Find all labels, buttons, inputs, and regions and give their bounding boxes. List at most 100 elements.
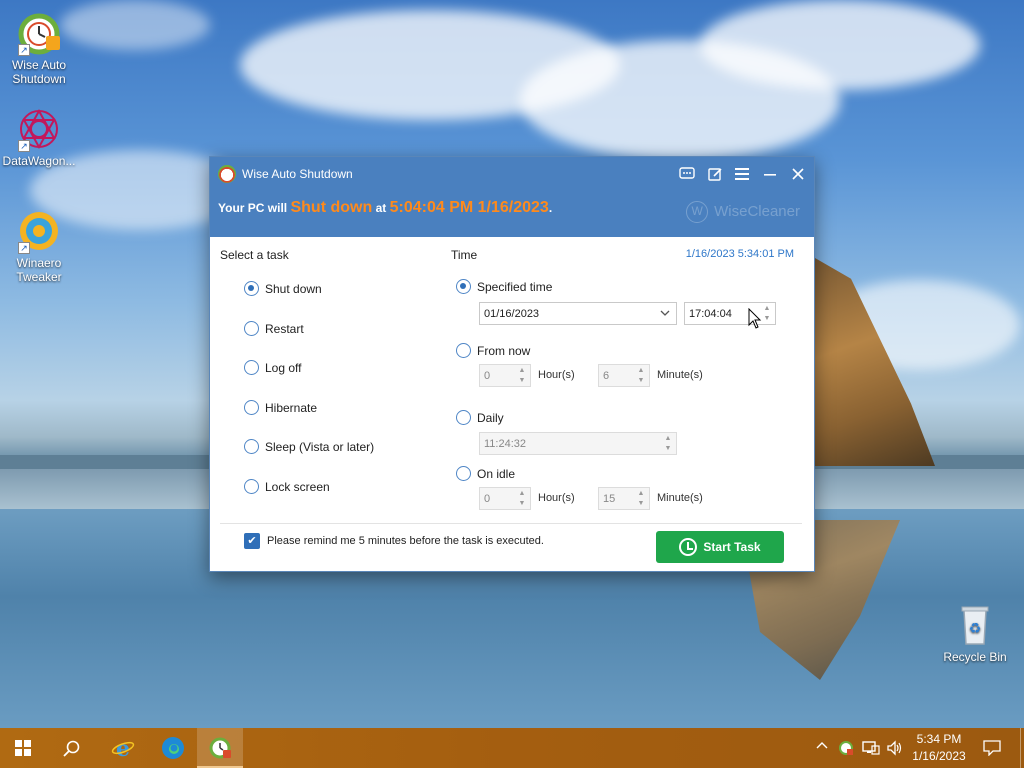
clock-date: 1/16/2023 (912, 749, 966, 763)
date-dropdown[interactable]: 01/16/2023 (479, 302, 677, 325)
desktop-icon-recycle-bin[interactable]: ♻ Recycle Bin (936, 602, 1014, 664)
shortcut-arrow-icon: ↗ (18, 140, 30, 152)
desktop-icon-label: Recycle Bin (943, 650, 1007, 664)
radio-button[interactable] (244, 281, 259, 296)
wise-auto-shutdown-icon (209, 737, 231, 759)
start-task-button[interactable]: Start Task (656, 531, 784, 563)
time-mode-label: On idle (477, 466, 516, 481)
volume-icon[interactable] (886, 740, 902, 759)
remind-checkbox[interactable]: ✔ (244, 533, 260, 549)
status-when: 5:04:04 PM 1/16/2023 (389, 199, 549, 216)
task-lock-screen[interactable]: Lock screen (244, 479, 330, 494)
shortcut-arrow-icon: ↗ (18, 44, 30, 56)
taskbar: e 5:34 PM 1/16/2023 (0, 728, 1024, 768)
desktop-icon-label: Shutdown (12, 72, 66, 86)
status-at: at (375, 201, 387, 215)
task-sleep[interactable]: Sleep (Vista or later) (244, 439, 374, 454)
desktop-icon-wise-auto-shutdown[interactable]: ↗ Wise Auto Shutdown (0, 10, 78, 86)
show-desktop-button[interactable] (1020, 728, 1024, 768)
tray-wise-auto-shutdown-icon[interactable] (838, 740, 854, 759)
on-idle-hours-input[interactable]: 0 ▲ ▼ (479, 487, 531, 510)
internet-explorer-icon: e (111, 736, 135, 760)
menu-button[interactable] (731, 163, 753, 185)
minutes-value: 6 (603, 369, 610, 382)
on-idle-minutes-input[interactable]: 15 ▲ ▼ (598, 487, 650, 510)
task-hibernate[interactable]: Hibernate (244, 400, 317, 415)
cloud (60, 0, 210, 50)
app-logo-icon (218, 165, 236, 183)
wise-auto-shutdown-icon: ↗ (16, 10, 62, 56)
time-mode-on-idle[interactable]: On idle (456, 466, 515, 481)
minutes-unit: Minute(s) (657, 369, 703, 381)
svg-text:e: e (116, 736, 130, 760)
minutes-spinner[interactable]: ▲ ▼ (635, 366, 647, 386)
start-task-label: Start Task (703, 540, 761, 554)
close-button[interactable] (787, 163, 809, 185)
radio-button[interactable] (244, 360, 259, 375)
datawagon-icon: ↗ (16, 106, 62, 152)
mouse-cursor-icon (748, 308, 762, 329)
taskbar-clock[interactable]: 5:34 PM 1/16/2023 (906, 728, 972, 768)
search-button[interactable] (48, 728, 94, 768)
task-log-off[interactable]: Log off (244, 360, 301, 375)
radio-button[interactable] (456, 343, 471, 358)
task-restart[interactable]: Restart (244, 321, 304, 336)
time-mode-daily[interactable]: Daily (456, 410, 504, 425)
window-title: Wise Auto Shutdown (242, 167, 353, 181)
radio-button[interactable] (456, 410, 471, 425)
desktop-icon-label: Winaero (16, 256, 62, 270)
taskbar-internet-explorer[interactable]: e (100, 728, 146, 768)
task-label: Log off (265, 360, 302, 375)
select-task-label: Select a task (220, 248, 289, 262)
action-center-notification-icon[interactable] (983, 740, 1001, 759)
desktop-icon-label: DataWagon... (2, 154, 76, 168)
daily-time-spinner[interactable]: ▲ ▼ (662, 434, 674, 454)
taskbar-wise-auto-shutdown[interactable] (197, 728, 243, 768)
show-hidden-icons-chevron-up-icon[interactable] (816, 740, 828, 755)
minutes-unit: Minute(s) (657, 492, 703, 504)
daily-time-field[interactable]: 11:24:32 ▲ ▼ (479, 432, 677, 455)
desktop-icon-winaero-tweaker[interactable]: ↗ Winaero Tweaker (0, 208, 78, 284)
start-button[interactable] (0, 728, 46, 768)
edit-button[interactable] (704, 163, 726, 185)
hours-spinner[interactable]: ▲ ▼ (516, 366, 528, 386)
minimize-button[interactable] (759, 163, 781, 185)
status-action: Shut down (290, 199, 373, 216)
radio-button[interactable] (244, 400, 259, 415)
minutes-spinner[interactable]: ▲ ▼ (635, 489, 647, 509)
edge-icon (162, 737, 184, 759)
from-now-hours-input[interactable]: 0 ▲ ▼ (479, 364, 531, 387)
radio-button[interactable] (456, 466, 471, 481)
time-field[interactable]: 17:04:04 ▲ ▼ (684, 302, 776, 325)
task-label: Shut down (265, 281, 322, 296)
time-mode-from-now[interactable]: From now (456, 343, 530, 358)
network-icon[interactable] (862, 740, 880, 759)
task-label: Restart (265, 321, 304, 336)
svg-text:♻: ♻ (969, 621, 982, 637)
wise-auto-shutdown-window: Wise Auto Shutdown Your PC will Shut dow… (209, 156, 815, 572)
desktop-icon-datawagon[interactable]: ↗ DataWagon... (0, 106, 78, 168)
taskbar-edge[interactable] (150, 728, 196, 768)
time-spinner[interactable]: ▲ ▼ (761, 304, 773, 324)
desktop-icon-label: Wise Auto (11, 58, 67, 72)
task-shut-down[interactable]: Shut down (244, 281, 322, 296)
radio-button[interactable] (244, 479, 259, 494)
time-mode-specified[interactable]: Specified time (456, 279, 552, 294)
radio-button[interactable] (244, 439, 259, 454)
wisecleaner-brand: W WiseCleaner (686, 201, 800, 223)
edit-icon (707, 168, 722, 181)
search-icon (62, 740, 79, 757)
task-label: Sleep (Vista or later) (265, 439, 375, 454)
task-label: Lock screen (265, 479, 330, 494)
radio-button[interactable] (456, 279, 471, 294)
hours-spinner[interactable]: ▲ ▼ (516, 489, 528, 509)
title-bar[interactable]: Wise Auto Shutdown (210, 157, 814, 191)
windows-logo-icon (15, 740, 31, 756)
shutdown-status-line: Your PC will Shut down at 5:04:04 PM 1/1… (218, 199, 552, 217)
winaero-tweaker-icon: ↗ (16, 208, 62, 254)
feedback-button[interactable] (676, 163, 698, 185)
clock-time: 5:34 PM (916, 732, 962, 746)
minimize-icon (764, 174, 776, 176)
from-now-minutes-input[interactable]: 6 ▲ ▼ (598, 364, 650, 387)
radio-button[interactable] (244, 321, 259, 336)
